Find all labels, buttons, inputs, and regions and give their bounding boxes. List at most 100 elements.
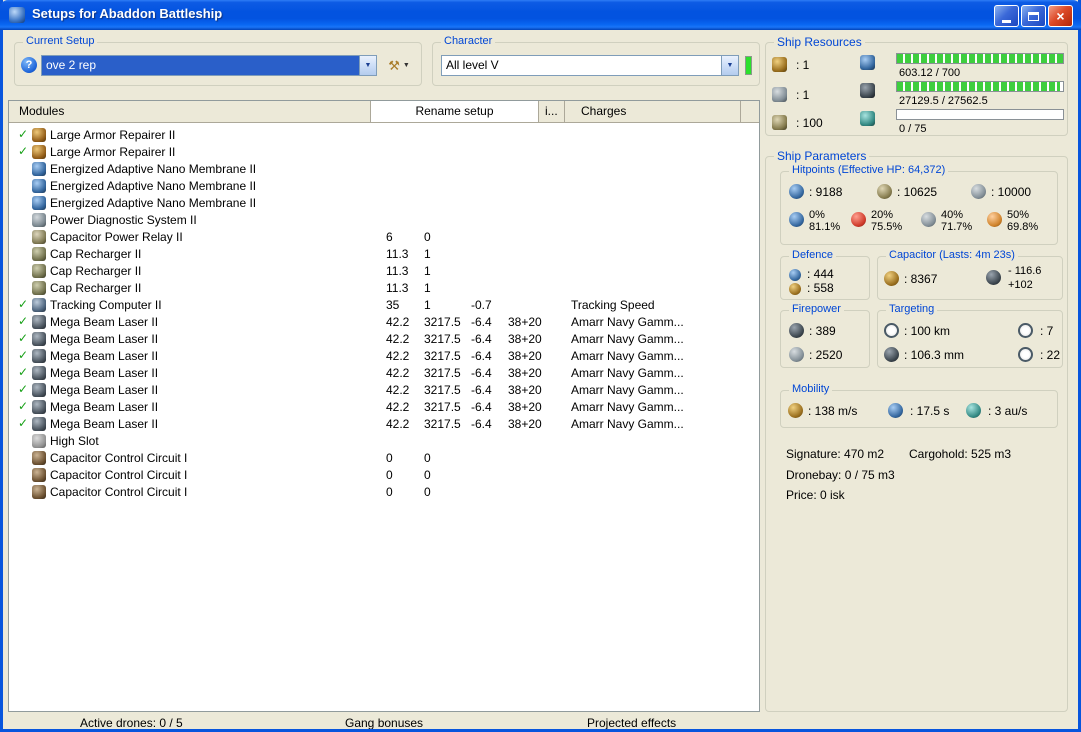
module-value-3: -6.4 — [471, 366, 492, 380]
beam-laser-icon — [32, 417, 46, 431]
capacitor-circuit-icon — [32, 451, 46, 465]
shield-recharge-icon — [789, 269, 801, 281]
setup-tools-button[interactable]: ⚒ ▼ — [381, 55, 417, 75]
module-name: Energized Adaptive Nano Membrane II — [50, 196, 257, 210]
fitted-check-icon: ✓ — [18, 297, 29, 311]
tab-modules[interactable]: Modules — [9, 101, 371, 122]
firepower-volley-value: : 389 — [809, 324, 836, 338]
module-row[interactable]: Capacitor Control Circuit I 0 0 — [9, 467, 759, 484]
warp-speed-icon — [966, 403, 981, 418]
module-value-1: 42.2 — [386, 366, 410, 380]
cap-recharger-icon — [32, 281, 46, 295]
target-range-value: : 100 km — [904, 324, 951, 338]
help-icon[interactable]: ? — [21, 57, 37, 73]
character-combobox[interactable]: All level V ▼ — [441, 55, 739, 76]
module-row[interactable]: Power Diagnostic System II — [9, 212, 759, 229]
mobility-label: Mobility — [789, 383, 833, 395]
nano-membrane-icon — [32, 179, 46, 193]
module-name: Tracking Computer II — [50, 298, 162, 312]
capacitor-group: Capacitor (Lasts: 4m 23s) : 8367 - 116.6… — [877, 249, 1063, 300]
module-value-1: 42.2 — [386, 349, 410, 363]
beam-laser-icon — [32, 383, 46, 397]
maximize-button[interactable] — [1021, 5, 1046, 27]
app-window: Setups for Abaddon Battleship × Current … — [0, 0, 1081, 732]
module-row[interactable]: ✓ Mega Beam Laser II 42.2 3217.5 -6.4 38… — [9, 399, 759, 416]
setup-combo-arrow-icon[interactable]: ▼ — [359, 56, 376, 75]
module-value-1: 11.3 — [386, 281, 409, 295]
fitted-check-icon: ✓ — [18, 382, 29, 396]
fitted-check-icon: ✓ — [18, 127, 29, 141]
cap-recharger-icon — [32, 264, 46, 278]
cap-recharger-icon — [32, 247, 46, 261]
module-row[interactable]: ✓ Mega Beam Laser II 42.2 3217.5 -6.4 38… — [9, 348, 759, 365]
signature-value: Signature: 470 m2 — [786, 447, 885, 461]
setup-combobox[interactable]: ove 2 rep ▼ — [41, 55, 377, 76]
module-row[interactable]: ✓ Mega Beam Laser II 42.2 3217.5 -6.4 38… — [9, 382, 759, 399]
module-value-1: 11.3 — [386, 247, 409, 261]
targeting-label: Targeting — [886, 303, 938, 315]
character-combo-arrow-icon[interactable]: ▼ — [721, 56, 738, 75]
module-row[interactable]: Capacitor Control Circuit I 0 0 — [9, 450, 759, 467]
module-row[interactable]: ✓ Tracking Computer II 35 1 -0.7 Trackin… — [9, 297, 759, 314]
module-value-3: -6.4 — [471, 417, 492, 431]
module-row[interactable]: Energized Adaptive Nano Membrane II — [9, 178, 759, 195]
module-name: Cap Recharger II — [50, 247, 142, 261]
beam-laser-icon — [32, 400, 46, 414]
cap-power-relay-icon — [32, 230, 46, 244]
tab-drones[interactable]: i... — [539, 101, 565, 122]
module-value-2: 0 — [424, 468, 431, 482]
capacitor-circuit-icon — [32, 485, 46, 499]
module-row[interactable]: ✓ Large Armor Repairer II — [9, 127, 759, 144]
module-name: Mega Beam Laser II — [50, 349, 159, 363]
character-label: Character — [441, 35, 496, 47]
module-row[interactable]: ✓ Mega Beam Laser II 42.2 3217.5 -6.4 38… — [9, 331, 759, 348]
fitted-check-icon: ✓ — [18, 416, 29, 430]
module-row[interactable]: ✓ Mega Beam Laser II 42.2 3217.5 -6.4 38… — [9, 416, 759, 433]
module-row[interactable]: Cap Recharger II 11.3 1 — [9, 263, 759, 280]
module-name: Mega Beam Laser II — [50, 366, 159, 380]
module-charge: Amarr Navy Gamm... — [571, 383, 684, 397]
module-value-3: -0.7 — [471, 298, 492, 312]
module-row[interactable]: ✓ Mega Beam Laser II 42.2 3217.5 -6.4 38… — [9, 365, 759, 382]
module-row[interactable]: Capacitor Power Relay II 6 0 — [9, 229, 759, 246]
thermal-resist-values: 20% 75.5% — [871, 209, 903, 233]
shield-recharge-value: : 444 — [807, 267, 834, 281]
module-row[interactable]: Cap Recharger II 11.3 1 — [9, 246, 759, 263]
module-row[interactable]: High Slot — [9, 433, 759, 450]
module-name: Capacitor Power Relay II — [50, 230, 183, 244]
module-value-2: 3217.5 — [424, 366, 461, 380]
rename-setup-field[interactable]: Rename setup — [371, 101, 539, 122]
module-name: Large Armor Repairer II — [50, 145, 176, 159]
module-value-1: 42.2 — [386, 400, 410, 414]
module-row[interactable]: ✓ Mega Beam Laser II 42.2 3217.5 -6.4 38… — [9, 314, 759, 331]
module-row[interactable]: Energized Adaptive Nano Membrane II — [9, 161, 759, 178]
fitted-check-icon: ✓ — [18, 348, 29, 362]
module-charge: Amarr Navy Gamm... — [571, 332, 684, 346]
gang-bonuses-button[interactable]: Gang bonuses — [345, 716, 423, 729]
module-value-3: -6.4 — [471, 349, 492, 363]
module-row[interactable]: Cap Recharger II 11.3 1 — [9, 280, 759, 297]
module-name: Large Armor Repairer II — [50, 128, 176, 142]
module-value-2: 0 — [424, 485, 431, 499]
ship-parameters-group: Ship Parameters Hitpoints (Effective HP:… — [765, 149, 1068, 712]
module-name: Mega Beam Laser II — [50, 332, 159, 346]
module-row[interactable]: Capacitor Control Circuit I 0 0 — [9, 484, 759, 501]
current-setup-group: Current Setup ? ove 2 rep ▼ ⚒ ▼ — [14, 35, 422, 86]
cap-balance-icon — [986, 270, 1001, 285]
module-charge: Amarr Navy Gamm... — [571, 315, 684, 329]
nano-membrane-icon — [32, 162, 46, 176]
module-row[interactable]: Energized Adaptive Nano Membrane II — [9, 195, 759, 212]
module-value-2: 3217.5 — [424, 315, 461, 329]
rig-slot-icon — [772, 115, 787, 130]
power-diagnostic-icon — [32, 213, 46, 227]
minimize-button[interactable] — [994, 5, 1019, 27]
projected-effects-button[interactable]: Projected effects — [587, 716, 676, 729]
beam-laser-icon — [32, 332, 46, 346]
module-row[interactable]: ✓ Large Armor Repairer II — [9, 144, 759, 161]
turret-damage-icon — [789, 323, 804, 338]
close-button[interactable]: × — [1048, 5, 1073, 27]
tab-charges[interactable]: Charges — [565, 101, 741, 122]
title-bar[interactable]: Setups for Abaddon Battleship × — [0, 0, 1081, 30]
powergrid-value: 27129.5 / 27562.5 — [899, 95, 988, 107]
shield-icon — [789, 184, 804, 199]
